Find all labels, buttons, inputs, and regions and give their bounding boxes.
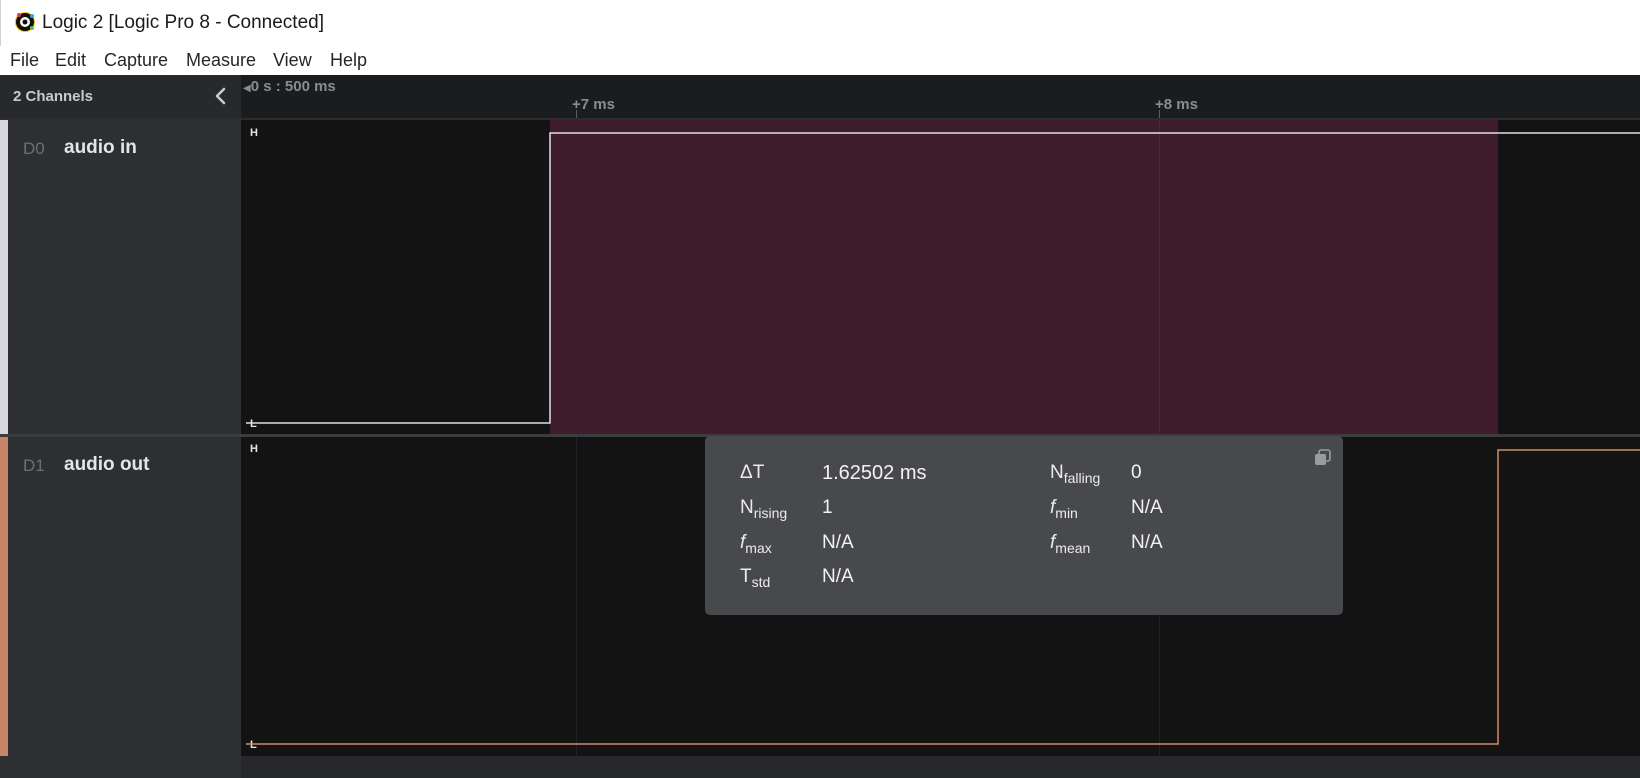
n-falling-label: Nfalling [1050, 462, 1101, 486]
measurement-popup[interactable]: ΔT 1.62502 ms Nfalling 0 Nrising 1 fmin … [705, 436, 1343, 615]
t-std-value: N/A [822, 566, 854, 587]
f-min-label: fmin [1050, 497, 1078, 521]
n-rising-value: 1 [822, 497, 833, 518]
n-rising-label: Nrising [740, 497, 788, 521]
bottom-scroll-area[interactable] [0, 756, 1640, 778]
f-mean-label: fmean [1050, 532, 1091, 556]
n-falling-value: 0 [1131, 462, 1142, 483]
f-max-value: N/A [822, 532, 854, 553]
f-max-label: fmax [740, 532, 772, 556]
f-min-value: N/A [1131, 497, 1163, 518]
copy-icon[interactable] [1313, 448, 1333, 468]
delta-t-label: ΔT [740, 462, 765, 483]
t-std-label: Tstd [740, 566, 771, 590]
channel-d0-trace [246, 132, 1640, 424]
delta-t-value: 1.62502 ms [822, 462, 927, 484]
waveform-traces [246, 132, 1640, 745]
bottom-sidebar-strip [0, 756, 241, 778]
f-mean-value: N/A [1131, 532, 1163, 553]
